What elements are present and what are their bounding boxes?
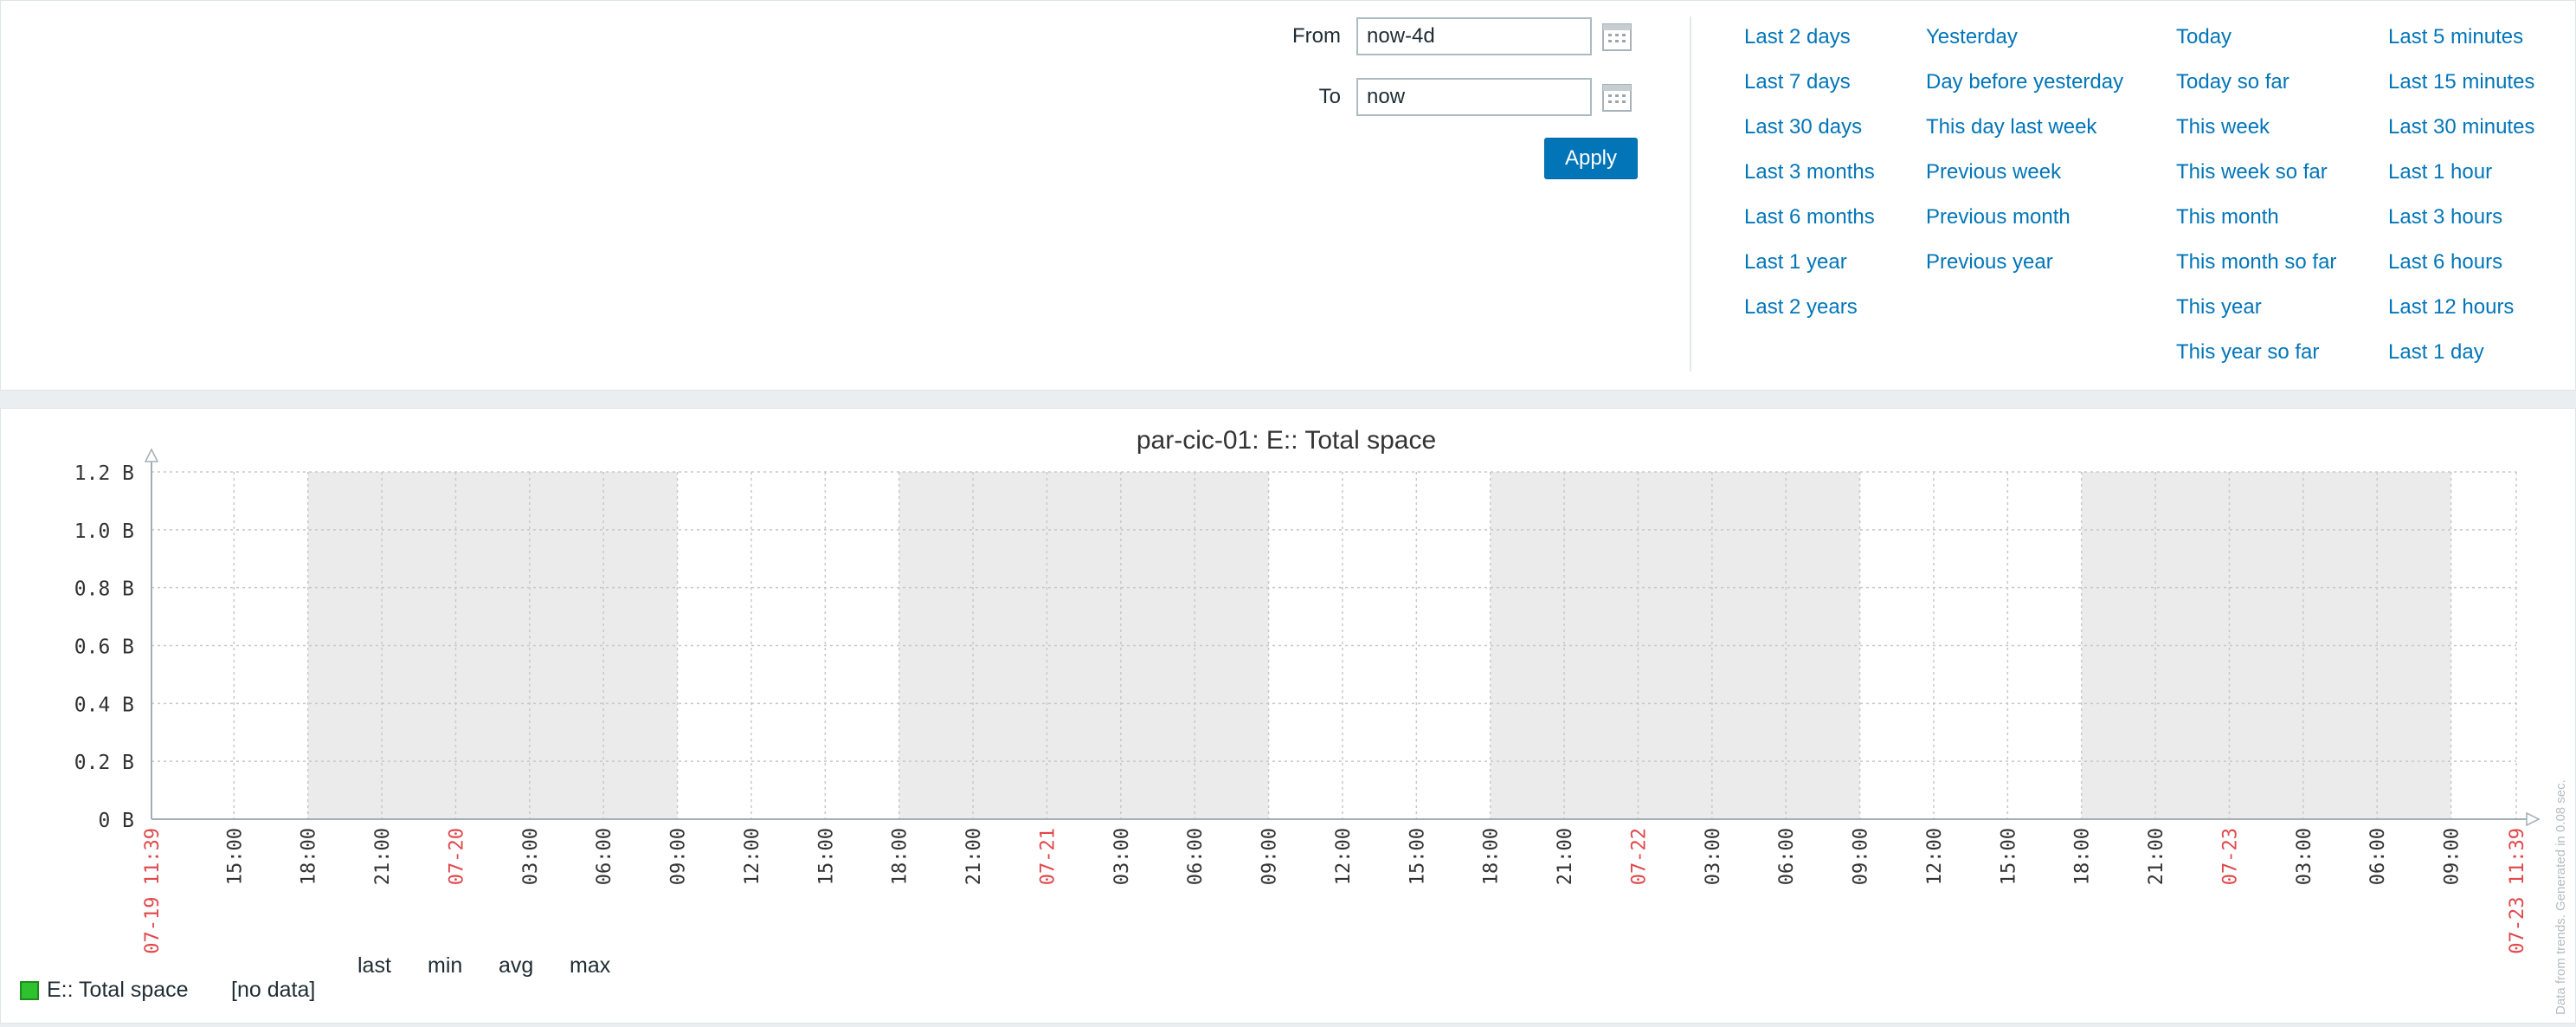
legend-header-min: min	[428, 953, 463, 978]
y-tick-label: 0 B	[98, 810, 134, 832]
x-tick-label: 07-19 11:39	[142, 828, 164, 954]
quick-range-last-30-days[interactable]: Last 30 days	[1744, 115, 1862, 139]
x-tick-label: 15:00	[1407, 828, 1428, 885]
x-tick-label: 09:00	[1259, 828, 1281, 885]
apply-button[interactable]: Apply	[1544, 138, 1638, 179]
y-tick-label: 1.2 B	[74, 462, 134, 485]
x-tick-label: 06:00	[594, 828, 615, 885]
quick-range-last-2-years[interactable]: Last 2 years	[1744, 295, 1858, 320]
legend-header-max: max	[570, 953, 611, 978]
quick-range-this-month-so-far[interactable]: This month so far	[2176, 250, 2336, 275]
x-axis-arrow	[2526, 811, 2541, 827]
quick-range-last-3-hours[interactable]: Last 3 hours	[2388, 205, 2502, 229]
x-tick-label: 07-22	[1628, 828, 1650, 885]
quick-range-last-2-days[interactable]: Last 2 days	[1744, 25, 1851, 49]
quick-range-this-day-last-week[interactable]: This day last week	[1926, 115, 2096, 139]
x-tick-label: 07-21	[1037, 828, 1059, 885]
quick-range-this-month[interactable]: This month	[2176, 205, 2279, 229]
x-tick-label: 03:00	[1703, 828, 1724, 885]
quick-range-this-year-so-far[interactable]: This year so far	[2176, 340, 2319, 365]
x-tick-label: 21:00	[2146, 828, 2167, 885]
graph-panel: par-cic-01: E:: Total space0 B 0.2 B 0.4 B…	[0, 408, 2576, 1024]
quick-range-previous-week[interactable]: Previous week	[1926, 160, 2061, 184]
x-tick-label: 18:00	[299, 828, 320, 885]
quick-range-last-1-year[interactable]: Last 1 year	[1744, 250, 1847, 275]
from-calendar-icon[interactable]	[1601, 21, 1633, 52]
x-tick-label: 21:00	[963, 828, 985, 885]
x-tick-label: 15:00	[224, 828, 246, 885]
legend-item-name: E:: Total space	[47, 978, 189, 1002]
graph-title: par-cic-01: E:: Total space	[1137, 426, 1436, 455]
graph-canvas: par-cic-01: E:: Total space0 B 0.2 B 0.4 B…	[74, 426, 2568, 1015]
quick-range-today-so-far[interactable]: Today so far	[2176, 70, 2289, 94]
x-tick-label: 12:00	[1333, 828, 1355, 885]
x-tick-label: 09:00	[2442, 828, 2463, 885]
y-tick-label: 0.8 B	[74, 578, 134, 601]
quick-range-last-5-minutes[interactable]: Last 5 minutes	[2388, 25, 2523, 49]
y-axis-arrow	[144, 448, 159, 462]
quick-range-yesterday[interactable]: Yesterday	[1926, 25, 2018, 49]
y-tick-label: 1.0 B	[74, 520, 134, 543]
quick-range-this-week[interactable]: This week	[2176, 115, 2270, 139]
quick-range-this-week-so-far[interactable]: This week so far	[2176, 160, 2328, 184]
x-tick-label: 03:00	[520, 828, 542, 885]
quick-range-day-before-yesterday[interactable]: Day before yesterday	[1926, 70, 2123, 94]
quick-range-last-30-minutes[interactable]: Last 30 minutes	[2388, 115, 2534, 139]
x-tick-label: 15:00	[1998, 828, 2019, 885]
quick-range-last-1-hour[interactable]: Last 1 hour	[2388, 160, 2492, 184]
quick-range-last-15-minutes[interactable]: Last 15 minutes	[2388, 70, 2534, 94]
quick-range-previous-month[interactable]: Previous month	[1926, 205, 2070, 229]
quick-range-last-6-months[interactable]: Last 6 months	[1744, 205, 1875, 229]
quick-range-last-7-days[interactable]: Last 7 days	[1744, 70, 1851, 94]
x-tick-label: 06:00	[1185, 828, 1207, 885]
to-calendar-icon[interactable]	[1601, 81, 1633, 113]
x-tick-label: 07-23 11:39	[2507, 828, 2528, 954]
x-tick-label: 06:00	[2367, 828, 2389, 885]
x-tick-label: 07-23	[2219, 828, 2241, 885]
time-filter-panel: From To Apply Last 2 days Last 7 days Last…	[0, 0, 2576, 391]
y-tick-label: 0.4 B	[74, 694, 134, 716]
quick-range-this-year[interactable]: This year	[2176, 295, 2262, 320]
to-input[interactable]	[1356, 78, 1592, 116]
x-tick-label: 06:00	[1776, 828, 1798, 885]
quick-range-last-1-day[interactable]: Last 1 day	[2388, 340, 2484, 365]
quick-range-last-12-hours[interactable]: Last 12 hours	[2388, 295, 2514, 320]
quick-range-previous-year[interactable]: Previous year	[1926, 250, 2053, 275]
x-tick-label: 15:00	[815, 828, 837, 885]
x-tick-label: 21:00	[1555, 828, 1576, 885]
generation-note: Data from trends. Generated in 0.08 sec.	[2553, 779, 2568, 1015]
x-tick-label: 09:00	[668, 828, 690, 885]
legend-item-status: [no data]	[231, 978, 316, 1002]
x-tick-label: 21:00	[372, 828, 394, 885]
legend-header-avg: avg	[499, 953, 534, 978]
filter-divider	[1690, 16, 1691, 371]
quick-range-last-3-months[interactable]: Last 3 months	[1744, 160, 1875, 184]
x-tick-label: 09:00	[1851, 828, 1872, 885]
x-tick-label: 12:00	[742, 828, 763, 885]
y-tick-label: 0.2 B	[74, 752, 134, 774]
quick-range-today[interactable]: Today	[2176, 25, 2231, 49]
x-tick-label: 12:00	[1924, 828, 1946, 885]
x-tick-label: 07-20	[446, 828, 467, 885]
quick-range-last-6-hours[interactable]: Last 6 hours	[2388, 250, 2502, 275]
x-tick-label: 03:00	[1111, 828, 1133, 885]
legend-header-last: last	[357, 953, 391, 978]
x-tick-label: 18:00	[2072, 828, 2094, 885]
to-label: To	[1318, 85, 1341, 108]
x-tick-label: 03:00	[2294, 828, 2315, 885]
x-tick-label: 18:00	[1481, 828, 1503, 885]
legend-swatch-e-total-space	[20, 981, 39, 1000]
from-input[interactable]	[1356, 17, 1592, 55]
y-tick-label: 0.6 B	[74, 636, 134, 659]
from-label: From	[1292, 24, 1341, 48]
x-tick-label: 18:00	[890, 828, 911, 885]
